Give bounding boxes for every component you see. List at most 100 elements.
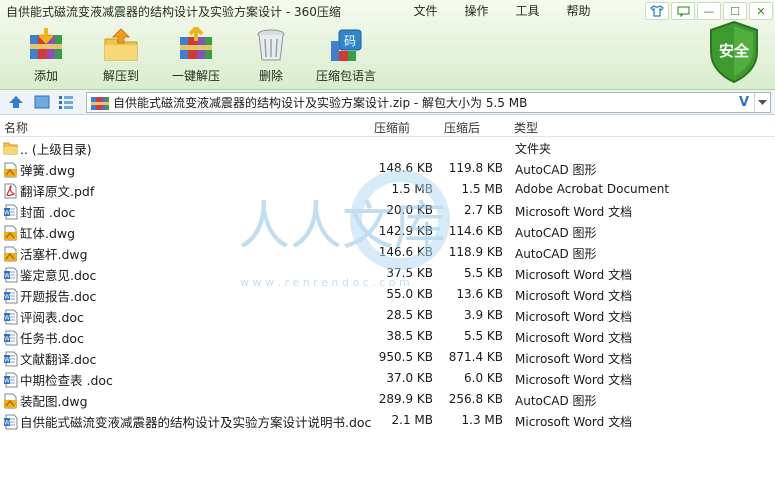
file-list-header: 名称 压缩前 压缩后 类型 [0,116,775,137]
archive-language-label: 压缩包语言 [315,69,376,83]
view-large-icon[interactable] [33,94,51,110]
file-name: 自供能式磁流变液减震器的结构设计及实验方案设计说明书.doc [20,415,372,430]
original-size: 950.5 KB [378,350,433,364]
dwg-file-icon [3,162,18,178]
svg-text:W: W [4,314,10,321]
original-size: 37.0 KB [386,371,433,385]
svg-text:W: W [4,209,10,216]
svg-text:W: W [4,272,10,279]
file-name: 评阅表.doc [20,310,84,325]
skin-icon[interactable] [645,2,669,20]
svg-text:W: W [4,335,10,342]
toolbar: 添加 解压到 一键解压 删除 码 压缩包语言 [12,26,387,84]
file-type: AutoCAD 图形 [515,163,597,177]
doc-file-icon: W [3,267,18,283]
svg-text:W: W [4,293,10,300]
address-bar: 自供能式磁流变液减震器的结构设计及实验方案设计.zip - 解包大小为 5.5 … [0,90,775,115]
menu-tools[interactable]: 工具 [502,2,553,19]
original-size: 142.9 KB [378,224,433,238]
compressed-size: 13.6 KB [456,287,503,301]
file-row[interactable]: 弹簧.dwg 148.6 KB 119.8 KB AutoCAD 图形 [0,158,775,179]
menu-file[interactable]: 文件 [400,2,451,19]
file-name: .. (上级目录) [20,142,92,157]
add-button[interactable]: 添加 [12,26,80,84]
file-row[interactable]: 缸体.dwg 142.9 KB 114.6 KB AutoCAD 图形 [0,221,775,242]
file-row[interactable]: 装配图.dwg 289.9 KB 256.8 KB AutoCAD 图形 [0,389,775,410]
original-size: 37.5 KB [386,266,433,280]
extract-to-label: 解压到 [102,69,139,83]
original-size: 148.6 KB [378,161,433,175]
file-name-cell: 翻译原文.pdf [3,181,94,200]
file-name: 装配图.dwg [20,394,88,409]
app-header: 自供能式磁流变液减震器的结构设计及实验方案设计 - 360压缩 文件 操作 工具… [0,0,775,90]
file-type: Microsoft Word 文档 [515,289,633,303]
address-field[interactable]: 自供能式磁流变液减震器的结构设计及实验方案设计.zip - 解包大小为 5.5 … [86,92,771,113]
file-type: Microsoft Word 文档 [515,310,633,324]
svg-text:码: 码 [344,34,356,48]
extract-to-button[interactable]: 解压到 [87,26,155,84]
view-list-icon[interactable] [57,94,75,110]
column-original-size[interactable]: 压缩前 [374,119,410,136]
compressed-size: 256.8 KB [448,392,503,406]
file-name: 中期检查表 .doc [20,373,113,388]
minimize-button[interactable]: — [697,2,721,20]
file-name: 弹簧.dwg [20,163,76,178]
archive-language-button[interactable]: 码 压缩包语言 [312,26,380,84]
delete-label: 删除 [258,69,283,83]
security-shield[interactable]: 安全 [707,20,761,84]
file-row[interactable]: W 评阅表.doc 28.5 KB 3.9 KB Microsoft Word 文档 [0,305,775,326]
original-size: 289.9 KB [378,392,433,406]
file-name-cell: W 鉴定意见.doc [3,265,96,284]
file-type: Adobe Acrobat Document [515,182,670,196]
dwg-file-icon [3,246,18,262]
maximize-button[interactable]: ☐ [723,2,747,20]
delete-button[interactable]: 删除 [237,26,305,84]
one-click-extract-label: 一键解压 [171,69,220,83]
file-name-cell: 弹簧.dwg [3,160,75,179]
file-row[interactable]: W 自供能式磁流变液减震器的结构设计及实验方案设计说明书.doc 2.1 MB 1.3… [0,410,775,431]
original-size: 146.6 KB [378,245,433,259]
address-text: 自供能式磁流变液减震器的结构设计及实验方案设计.zip - 解包大小为 5.5 … [113,96,528,110]
file-row[interactable]: W 鉴定意见.doc 37.5 KB 5.5 KB Microsoft Word 文档 [0,263,775,284]
doc-file-icon: W [3,351,18,367]
file-type: Microsoft Word 文档 [515,268,633,282]
close-button[interactable]: ✕ [749,2,773,20]
security-badge-text: 安全 [718,42,749,60]
menu-help[interactable]: 帮助 [553,2,604,19]
dwg-file-icon [3,225,18,241]
one-click-extract-button[interactable]: 一键解压 [162,26,230,84]
file-name: 鉴定意见.doc [20,268,97,283]
compressed-size: 871.4 KB [448,350,503,364]
file-type: Microsoft Word 文档 [515,331,633,345]
file-row[interactable]: .. (上级目录) 文件夹 [0,137,775,158]
file-row[interactable]: W 任务书.doc 38.5 KB 5.5 KB Microsoft Word 文档 [0,326,775,347]
file-row[interactable]: W 封面 .doc 20.0 KB 2.7 KB Microsoft Word 文档 [0,200,775,221]
file-row[interactable]: W 中期检查表 .doc 37.0 KB 6.0 KB Microsoft Word 文… [0,368,775,389]
file-name: 文献翻译.doc [20,352,97,367]
file-row[interactable]: 翻译原文.pdf 1.5 MB 1.5 MB Adobe Acrobat Docume… [0,179,775,200]
original-size: 2.1 MB [391,413,433,427]
add-label: 添加 [33,69,58,83]
menu-operation[interactable]: 操作 [451,2,502,19]
file-name-cell: W 评阅表.doc [3,307,84,326]
column-name[interactable]: 名称 [4,119,28,136]
feedback-icon[interactable] [671,2,695,20]
window-controls: — ☐ ✕ [645,2,773,20]
up-arrow-icon[interactable] [7,94,25,110]
file-type: AutoCAD 图形 [515,226,597,240]
column-type[interactable]: 类型 [514,119,538,136]
file-type: Microsoft Word 文档 [515,373,633,387]
address-v-icon[interactable]: V [734,95,754,110]
file-row[interactable]: 活塞杆.dwg 146.6 KB 118.9 KB AutoCAD 图形 [0,242,775,263]
file-name-cell: W 自供能式磁流变液减震器的结构设计及实验方案设计说明书.doc [3,412,371,431]
extract-to-icon [101,26,141,64]
compressed-size: 119.8 KB [448,161,503,175]
file-row[interactable]: W 开题报告.doc 55.0 KB 13.6 KB Microsoft Word 文档 [0,284,775,305]
file-name-cell: W 中期检查表 .doc [3,370,113,389]
file-name-cell: 活塞杆.dwg [3,244,88,263]
file-row[interactable]: W 文献翻译.doc 950.5 KB 871.4 KB Microsoft Word … [0,347,775,368]
column-compressed-size[interactable]: 压缩后 [444,119,480,136]
chevron-down-icon[interactable] [754,93,770,112]
doc-file-icon: W [3,309,18,325]
delete-bin-icon [251,26,291,64]
